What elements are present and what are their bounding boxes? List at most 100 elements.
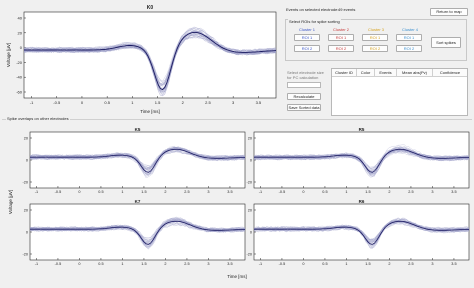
y-tick-label: -20 [23, 253, 29, 257]
cluster-1-roi-1-button[interactable]: ROI 1 [294, 34, 320, 41]
x-tick-label: -0.5 [279, 262, 286, 266]
x-tick-label: 1 [131, 100, 134, 105]
y-tick-label: -20 [16, 60, 23, 65]
x-tick-label: 2 [164, 262, 166, 266]
y-tick-label: 0 [250, 159, 252, 163]
cluster-4-label: Cluster 4 [402, 27, 419, 32]
x-tick-label: -1 [259, 262, 262, 266]
x-tick-label: 2 [182, 100, 185, 105]
x-tick-label: 3 [207, 190, 209, 194]
cluster-3-roi-2-button[interactable]: ROI 2 [362, 45, 388, 52]
x-tick-label: 1.5 [365, 262, 370, 266]
col-mean-abs[interactable]: Mean abs(Pv) [397, 69, 433, 76]
electrode-size-input[interactable] [287, 82, 321, 88]
cluster-2-roi-2-button[interactable]: ROI 2 [328, 45, 354, 52]
x-tick-label: 3 [207, 262, 209, 266]
y-tick-label: -20 [247, 253, 253, 257]
x-tick-label: 3 [232, 100, 235, 105]
x-tick-label: 1 [121, 262, 123, 266]
overlay-title: K7 [135, 199, 141, 204]
x-tick-label: 1.5 [155, 100, 161, 105]
sort-spikes-button[interactable]: Sort spikes [431, 37, 461, 48]
x-tick-label: 0 [78, 262, 80, 266]
y-tick-label: 20 [248, 137, 252, 141]
x-tick-label: -1 [35, 262, 38, 266]
x-tick-label: 3 [431, 190, 433, 194]
table-header-divider [332, 76, 467, 77]
x-tick-label: 3.5 [227, 262, 232, 266]
y-tick-label: 20 [18, 30, 23, 35]
x-tick-label: 0.5 [322, 262, 327, 266]
x-tick-label: 1 [345, 190, 347, 194]
overlays-xlabel: Time [ms] [227, 274, 247, 279]
top-plot-ylabel: Voltage [µV] [6, 43, 11, 67]
save-sorted-data-button[interactable]: Save Sorted data [287, 104, 321, 111]
cluster-1-label: Cluster 1 [299, 27, 316, 32]
pc-calc-label: for PC calculation [287, 75, 319, 80]
x-tick-label: 2.5 [205, 100, 211, 105]
cluster-4-roi-2-button[interactable]: ROI 2 [396, 45, 422, 52]
x-tick-label: -1 [30, 100, 34, 105]
y-tick-label: 0 [26, 231, 28, 235]
col-color[interactable]: Color [357, 69, 375, 76]
cluster-3-roi-1-button[interactable]: ROI 1 [362, 34, 388, 41]
top-plot-xlabel: Time [ms] [140, 109, 160, 114]
overlays-panel: Voltage [µV] Time [ms] K5 20 0 -20 -1 -0.5 0 0.… [0, 120, 474, 283]
top-plot: K0 Voltage [µV] Time [ms] -1 -0.5 0 0.5 1 1.5… [6, 5, 277, 114]
cluster-2-label: Cluster 2 [333, 27, 350, 32]
x-tick-label: 2.5 [408, 262, 413, 266]
y-tick-label: 20 [248, 209, 252, 213]
cluster-table[interactable]: Cluster ID Color Events Mean abs(Pv) Con… [331, 68, 468, 116]
col-events[interactable]: Events [375, 69, 397, 76]
cluster-2-roi-1-button[interactable]: ROI 1 [328, 34, 354, 41]
overlay-title: R6 [359, 199, 365, 204]
overlays-plots: Voltage [µV] Time [ms] K5200-20-1 -0.5 0 0.… [8, 127, 470, 279]
overlay-title: R5 [359, 127, 365, 132]
overlay-plot-k7: K7 20 0 -20 -1 -0.5 0 0.5 1 1.5 2 2.5 3 3.5 [23, 199, 246, 266]
x-tick-label: 2.5 [408, 190, 413, 194]
y-tick-label: -40 [16, 75, 23, 80]
x-tick-label: 0 [302, 262, 304, 266]
x-tick-label: 1.5 [365, 190, 370, 194]
x-tick-label: 2 [164, 190, 166, 194]
col-cluster-id[interactable]: Cluster ID [332, 69, 357, 76]
x-tick-label: 0.5 [98, 190, 103, 194]
x-tick-label: 1 [345, 262, 347, 266]
x-tick-label: 3.5 [451, 190, 456, 194]
x-tick-label: 1 [121, 190, 123, 194]
return-to-map-button[interactable]: Return to map [430, 8, 468, 16]
col-confidence[interactable]: Confidence [433, 69, 467, 76]
x-tick-label: 0 [81, 100, 84, 105]
x-tick-label: 3.5 [451, 262, 456, 266]
y-tick-label: -60 [16, 90, 23, 95]
y-tick-label: 20 [24, 137, 28, 141]
x-tick-label: -0.5 [55, 190, 62, 194]
x-tick-label: 1.5 [141, 262, 146, 266]
cluster-1-roi-2-button[interactable]: ROI 2 [294, 45, 320, 52]
cluster-3-label: Cluster 3 [368, 27, 385, 32]
x-tick-label: 2.5 [184, 190, 189, 194]
recalculate-button[interactable]: Recalculate [287, 93, 321, 100]
events-label: Events on selected electrode: [286, 7, 339, 12]
y-tick-label: 20 [24, 209, 28, 213]
x-tick-label: 2 [388, 190, 390, 194]
x-tick-label: -1 [259, 190, 262, 194]
x-tick-label: 0 [78, 190, 80, 194]
x-tick-label: -0.5 [279, 190, 286, 194]
events-count: 49 events [338, 7, 356, 12]
x-tick-label: -1 [35, 190, 38, 194]
overlay-plot-r5: R5 20 0 -20 -1 -0.5 0 0.5 1 1.5 2 2.5 3 3.5 [247, 127, 470, 194]
top-plot-title: K0 [147, 5, 154, 11]
cluster-4-roi-1-button[interactable]: ROI 1 [396, 34, 422, 41]
x-tick-label: 0.5 [104, 100, 110, 105]
overlay-plot-r6: R6 20 0 -20 -1 -0.5 0 0.5 1 1.5 2 2.5 3 3.5 [247, 199, 470, 266]
y-tick-label: -20 [247, 181, 253, 185]
overlay-plot-k5: K5 20 0 -20 -1 -0.5 0 0.5 1 1.5 2 2.5 3 3.5 [23, 127, 246, 194]
roi-group-title: Select ROIs for spike sorting [288, 19, 341, 24]
overlays-ylabel: Voltage [µV] [8, 190, 13, 214]
y-tick-label: 0 [26, 159, 28, 163]
x-tick-label: 1.5 [141, 190, 146, 194]
x-tick-label: 0.5 [98, 262, 103, 266]
y-tick-label: 0 [20, 45, 23, 50]
top-plot-panel: K0 Voltage [µV] Time [ms] -1 -0.5 0 0.5 1 1.5… [0, 0, 282, 118]
